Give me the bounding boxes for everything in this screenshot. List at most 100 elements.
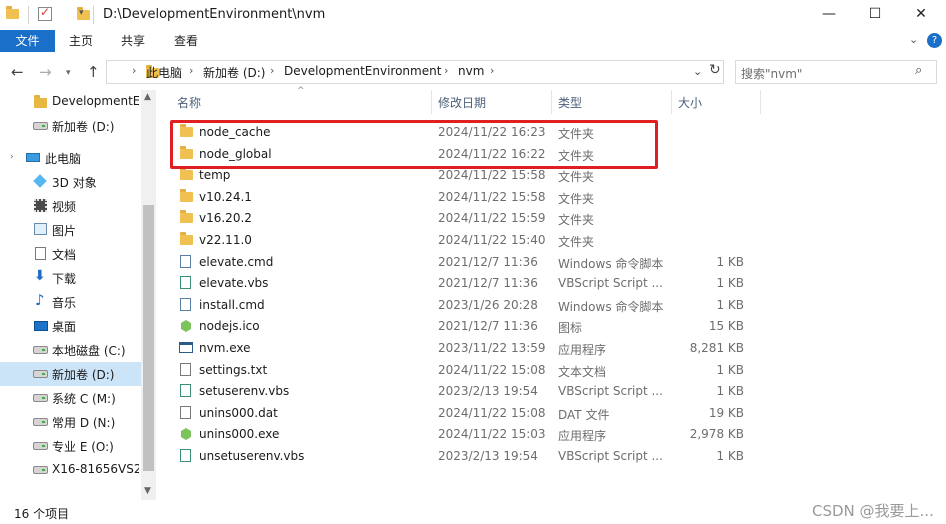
file-row-unins000-exe[interactable]: unins000.exe 2024/11/22 15:03 应用程序 2,978… [170,424,760,445]
sidebar-item-drive-d[interactable]: 新加卷 (D:) [0,114,141,138]
expand-chevron-icon[interactable]: › [10,152,14,162]
column-header-type[interactable]: 类型 [558,94,582,111]
column-header-size[interactable]: 大小 [678,94,702,111]
annotation-highlight-box [170,120,658,169]
customize-toolbar-chevron-icon[interactable]: ▾ [79,8,84,18]
expand-ribbon-chevron-icon[interactable]: ⌄ [909,33,918,46]
sidebar-item-network-n[interactable]: 常用 D (N:) [0,410,141,434]
scroll-down-chevron-icon[interactable]: ▼ [144,486,151,496]
cmd-file-icon [180,298,191,311]
drive-icon [33,122,48,130]
sidebar-item-development-environment[interactable]: DevelopmentEnvironment [0,90,141,114]
sidebar-item-network-o[interactable]: 专业 E (O:) [0,434,141,458]
sidebar-item-network-m[interactable]: 系统 C (M:) [0,386,141,410]
up-arrow-icon[interactable]: ↑ [87,63,100,81]
nodejs-icon [181,428,191,440]
breadcrumb-separator[interactable]: › [270,64,274,77]
breadcrumb-development-environment[interactable]: DevelopmentEnvironment [284,64,441,78]
recent-locations-chevron-icon[interactable]: ▾ [66,68,71,78]
sidebar-item-this-pc[interactable]: › 此电脑 [0,146,141,170]
refresh-icon[interactable]: ↻ [709,62,721,78]
breadcrumb-nvm[interactable]: nvm [458,64,484,78]
vbs-file-icon [180,449,191,462]
network-drive-icon [33,466,48,474]
network-drive-icon [33,442,48,450]
folder-icon [180,189,193,202]
videos-icon [34,199,47,212]
drive-icon [33,346,48,354]
sidebar-item-videos[interactable]: 视频 [0,194,141,218]
file-row-v10[interactable]: v10.24.1 2024/11/22 15:58 文件夹 [170,187,760,208]
file-row-v22[interactable]: v22.11.0 2024/11/22 15:40 文件夹 [170,230,760,251]
breadcrumb-separator[interactable]: › [444,64,448,77]
sidebar-item-downloads[interactable]: ⬇ 下载 [0,266,141,290]
scroll-up-chevron-icon[interactable]: ▲ [144,92,151,102]
file-row-v16[interactable]: v16.20.2 2024/11/22 15:59 文件夹 [170,208,760,229]
column-divider[interactable] [760,90,761,114]
txt-file-icon [180,363,191,376]
breadcrumb-drive-d[interactable]: 新加卷 (D:) [203,64,265,81]
sidebar-item-network-x16[interactable]: X16-81656VS2 [0,458,141,482]
breadcrumb-separator[interactable]: › [490,64,494,77]
network-drive-icon [33,418,48,426]
drive-icon [33,370,48,378]
vbs-file-icon [180,276,191,289]
breadcrumb-this-pc[interactable]: 此电脑 [146,64,182,81]
back-arrow-icon[interactable]: ← [11,63,24,81]
tab-file[interactable]: 文件 [0,30,55,52]
sidebar-item-desktop[interactable]: 桌面 [0,314,141,338]
search-icon[interactable]: ⌕ [915,63,922,78]
item-count: 16 个项目 [14,507,70,521]
sidebar-item-drive-d-selected[interactable]: 新加卷 (D:) [0,362,141,386]
sort-ascending-icon: ^ [297,86,305,96]
downloads-icon: ⬇ [34,268,46,284]
toolbar-divider [28,6,29,24]
file-row-unins000-dat[interactable]: unins000.dat 2024/11/22 15:08 DAT 文件 19 … [170,403,760,424]
sidebar-scrollbar-thumb[interactable] [143,205,154,471]
breadcrumb-separator[interactable]: › [189,64,193,77]
column-header-name[interactable]: 名称 [177,94,201,111]
column-header-date[interactable]: 修改日期 [438,94,486,111]
desktop-icon [34,321,48,331]
file-row-settings-txt[interactable]: settings.txt 2024/11/22 15:08 文本文档 1 KB [170,360,760,381]
sidebar-item-documents[interactable]: 文档 [0,242,141,266]
search-placeholder: 搜索"nvm" [741,67,803,81]
folder-icon [180,167,193,180]
close-button[interactable]: ✕ [898,0,944,30]
column-divider[interactable] [671,90,672,114]
folder-icon [180,210,193,223]
column-divider[interactable] [431,90,432,114]
sidebar-item-music[interactable]: ♪ 音乐 [0,290,141,314]
music-icon: ♪ [35,291,45,309]
watermark: CSDN @我要上... [812,502,934,520]
breadcrumb-separator[interactable]: › [132,64,136,77]
sidebar-item-pictures[interactable]: 图片 [0,218,141,242]
file-row-unsetuserenv-vbs[interactable]: unsetuserenv.vbs 2023/2/13 19:54 VBScrip… [170,446,760,467]
tab-view[interactable]: 查看 [174,30,198,52]
sidebar-item-drive-c[interactable]: 本地磁盘 (C:) [0,338,141,362]
file-row-install-cmd[interactable]: install.cmd 2023/1/26 20:28 Windows 命令脚本… [170,295,760,316]
file-row-setuserenv-vbs[interactable]: setuserenv.vbs 2023/2/13 19:54 VBScript … [170,381,760,402]
address-dropdown-chevron-icon[interactable]: ⌄ [693,65,702,78]
file-row-nvm-exe[interactable]: nvm.exe 2023/11/22 13:59 应用程序 8,281 KB [170,338,760,359]
column-divider[interactable] [551,90,552,114]
folder-icon [34,95,47,108]
minimize-button[interactable]: — [806,0,852,30]
tab-home[interactable]: 主页 [69,30,93,52]
pictures-icon [34,223,47,235]
sidebar-item-3d-objects[interactable]: 3D 对象 [0,170,141,194]
file-row-elevate-vbs[interactable]: elevate.vbs 2021/12/7 11:36 VBScript Scr… [170,273,760,294]
tab-share[interactable]: 共享 [121,30,145,52]
network-drive-icon [33,394,48,402]
properties-icon[interactable]: ✓ [38,5,52,21]
forward-arrow-icon[interactable]: → [39,63,52,81]
file-row-elevate-cmd[interactable]: elevate.cmd 2021/12/7 11:36 Windows 命令脚本… [170,252,760,273]
exe-file-icon [179,342,193,353]
help-icon[interactable]: ? [927,33,942,48]
maximize-button[interactable]: ☐ [852,0,898,30]
nodejs-icon [181,320,191,332]
documents-icon [35,247,46,260]
computer-icon [26,153,40,162]
file-row-nodejs-ico[interactable]: nodejs.ico 2021/12/7 11:36 图标 15 KB [170,316,760,337]
status-bar [0,502,946,524]
